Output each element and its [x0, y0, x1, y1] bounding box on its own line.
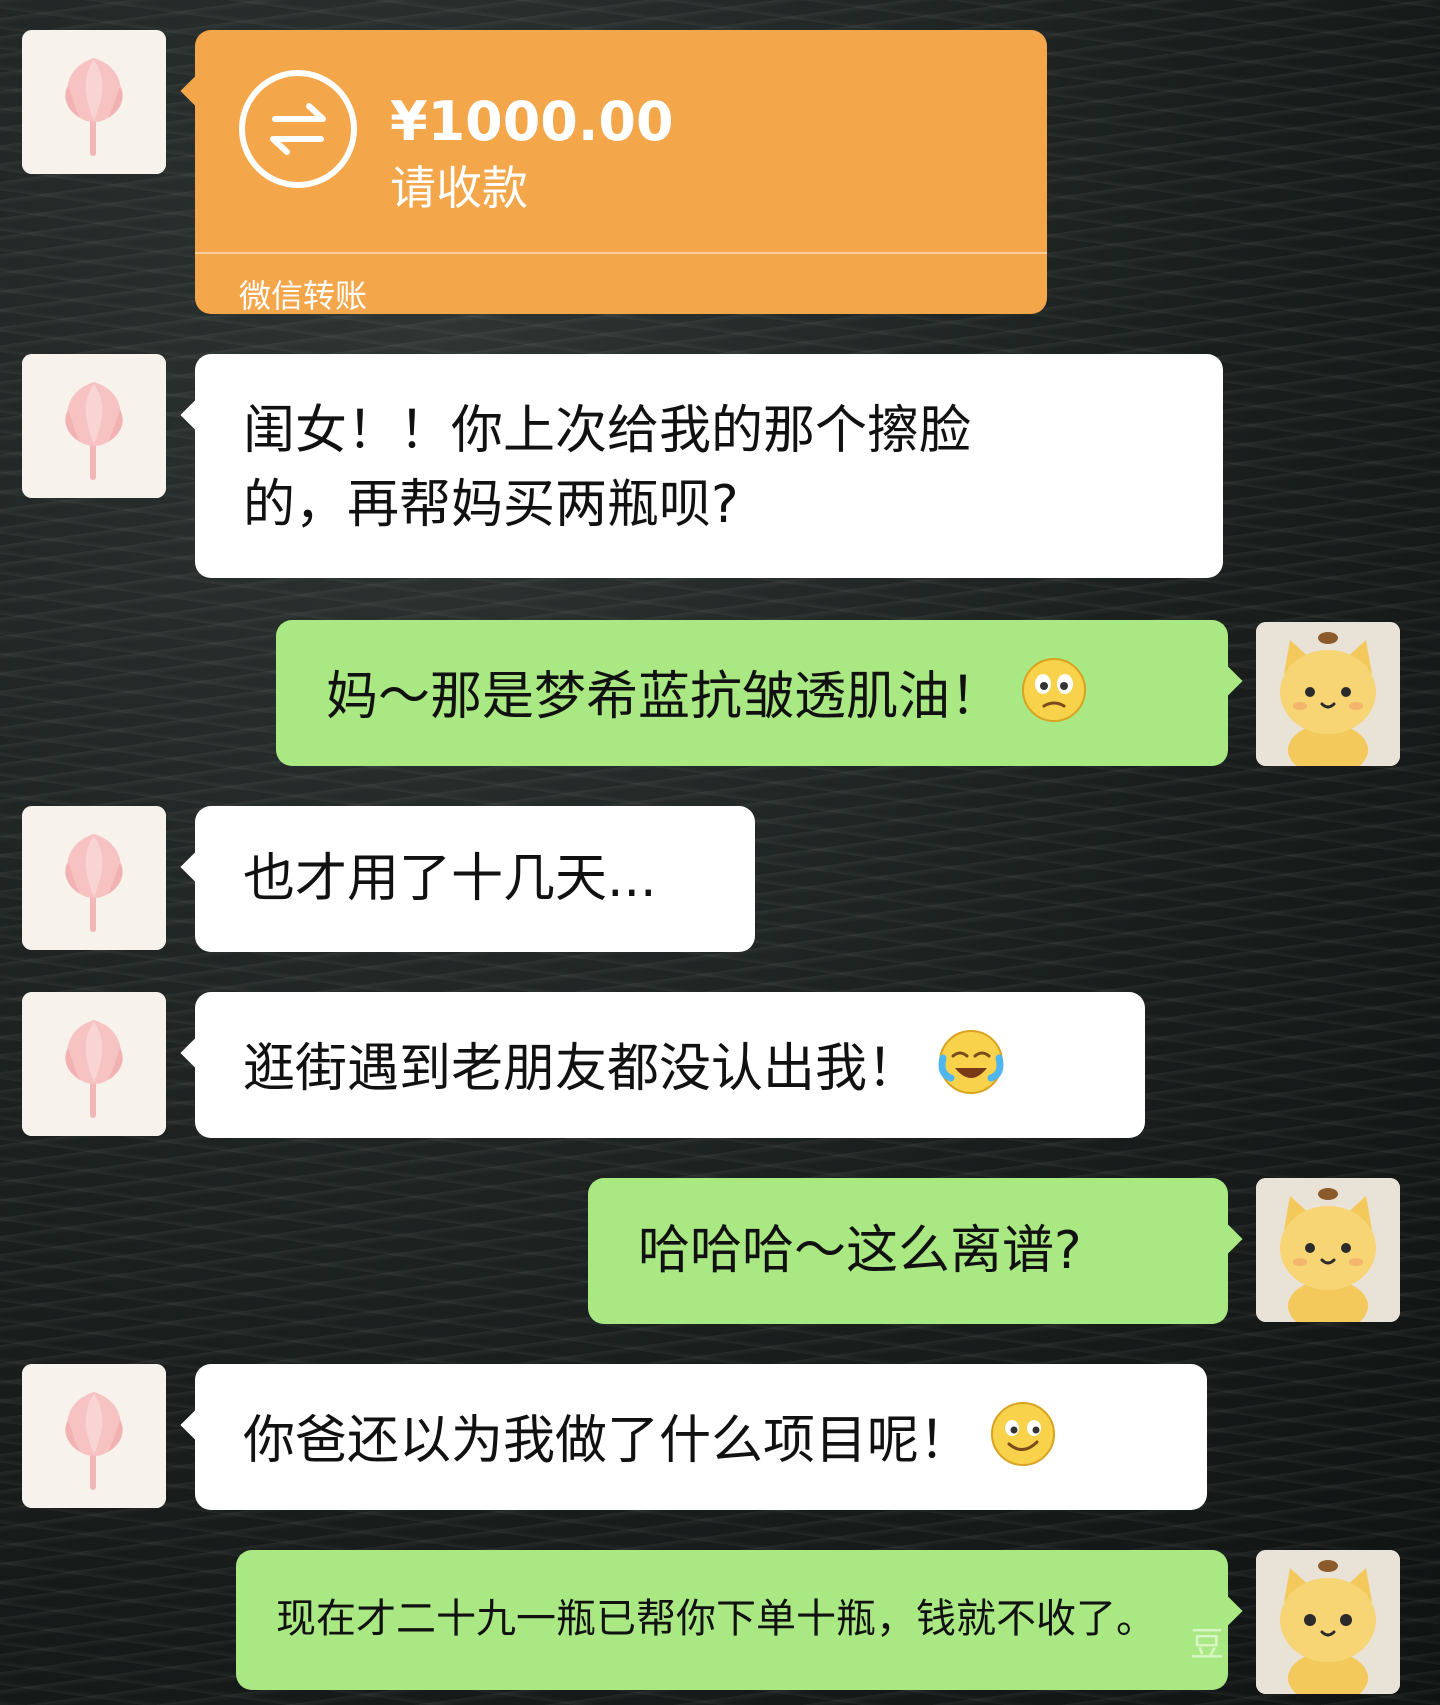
message-text: 你爸还以为我做了什么项目呢！ [243, 1400, 1159, 1488]
confused-face-emoji [1020, 656, 1088, 744]
divider [195, 252, 1047, 254]
bubble-tail [1211, 1223, 1243, 1255]
cat-icon [1256, 622, 1400, 766]
message-line: 的，再帮妈买两瓶呗? [243, 475, 739, 535]
message-text: 闺女！！你上次给我的那个擦脸 的，再帮妈买两瓶呗? [243, 394, 1175, 542]
cat-icon [1256, 1550, 1400, 1694]
bubble-tail [180, 1037, 212, 1069]
smirking-face-emoji [989, 1400, 1057, 1488]
bubble-tail [1211, 665, 1243, 697]
message-text: 也才用了十几天... [243, 849, 657, 909]
message-bubble-outgoing[interactable]: 现在才二十九一瓶已帮你下单十瓶，钱就不收了。 [236, 1550, 1243, 1690]
contact-avatar[interactable] [22, 354, 166, 498]
tulip-icon [22, 354, 166, 498]
message-bubble-incoming[interactable]: 也才用了十几天... [180, 806, 755, 952]
bubble-tail [180, 1409, 212, 1441]
chat-window: ¥1000.00 请收款 微信转账 闺女！！你上次给我的那个擦脸 的，再帮妈买两… [0, 0, 1440, 1705]
message-line: 你爸还以为我做了什么项目呢！ [243, 1411, 972, 1471]
bubble-tail [1211, 1595, 1243, 1627]
message-text: 妈～那是梦希蓝抗皱透肌油！ [326, 656, 1178, 744]
cat-icon [1256, 1178, 1400, 1322]
message-line: 妈～那是梦希蓝抗皱透肌油！ [326, 667, 1003, 727]
contact-avatar[interactable] [22, 1364, 166, 1508]
transfer-amount: ¥1000.00 [390, 90, 674, 153]
watermark: 豆 [1190, 1625, 1224, 1665]
user-avatar[interactable] [1256, 1178, 1400, 1322]
user-avatar[interactable] [1256, 622, 1400, 766]
tulip-icon [22, 1364, 166, 1508]
message-line: 闺女！！你上次给我的那个擦脸 [243, 401, 972, 461]
crying-laughing-emoji [937, 1028, 1005, 1116]
transfer-arrows-icon [239, 70, 357, 188]
bubble-tail [180, 851, 212, 883]
message-bubble-incoming[interactable]: 你爸还以为我做了什么项目呢！ [180, 1364, 1207, 1510]
message-text: 逛街遇到老朋友都没认出我！ [243, 1028, 1097, 1116]
message-bubble-incoming[interactable]: 逛街遇到老朋友都没认出我！ [180, 992, 1145, 1138]
message-bubble-outgoing[interactable]: 妈～那是梦希蓝抗皱透肌油！ [276, 620, 1243, 766]
message-bubble-outgoing[interactable]: 哈哈哈～这么离谱? [588, 1178, 1243, 1324]
message-text: 现在才二十九一瓶已帮你下单十瓶，钱就不收了。 [276, 1596, 1156, 1642]
tulip-icon [22, 806, 166, 950]
bubble-tail [180, 75, 212, 107]
transfer-status: 请收款 [390, 161, 528, 215]
message-bubble-incoming[interactable]: 闺女！！你上次给我的那个擦脸 的，再帮妈买两瓶呗? [180, 354, 1223, 578]
tulip-icon [22, 992, 166, 1136]
user-avatar[interactable] [1256, 1550, 1400, 1694]
contact-avatar[interactable] [22, 806, 166, 950]
bubble-tail [180, 399, 212, 431]
contact-avatar[interactable] [22, 992, 166, 1136]
contact-avatar[interactable] [22, 30, 166, 174]
message-line: 逛街遇到老朋友都没认出我！ [243, 1039, 920, 1099]
tulip-icon [22, 30, 166, 174]
message-text: 哈哈哈～这么离谱? [638, 1221, 1082, 1281]
transfer-card[interactable]: ¥1000.00 请收款 微信转账 [180, 30, 1047, 315]
transfer-footer: 微信转账 [239, 277, 368, 315]
